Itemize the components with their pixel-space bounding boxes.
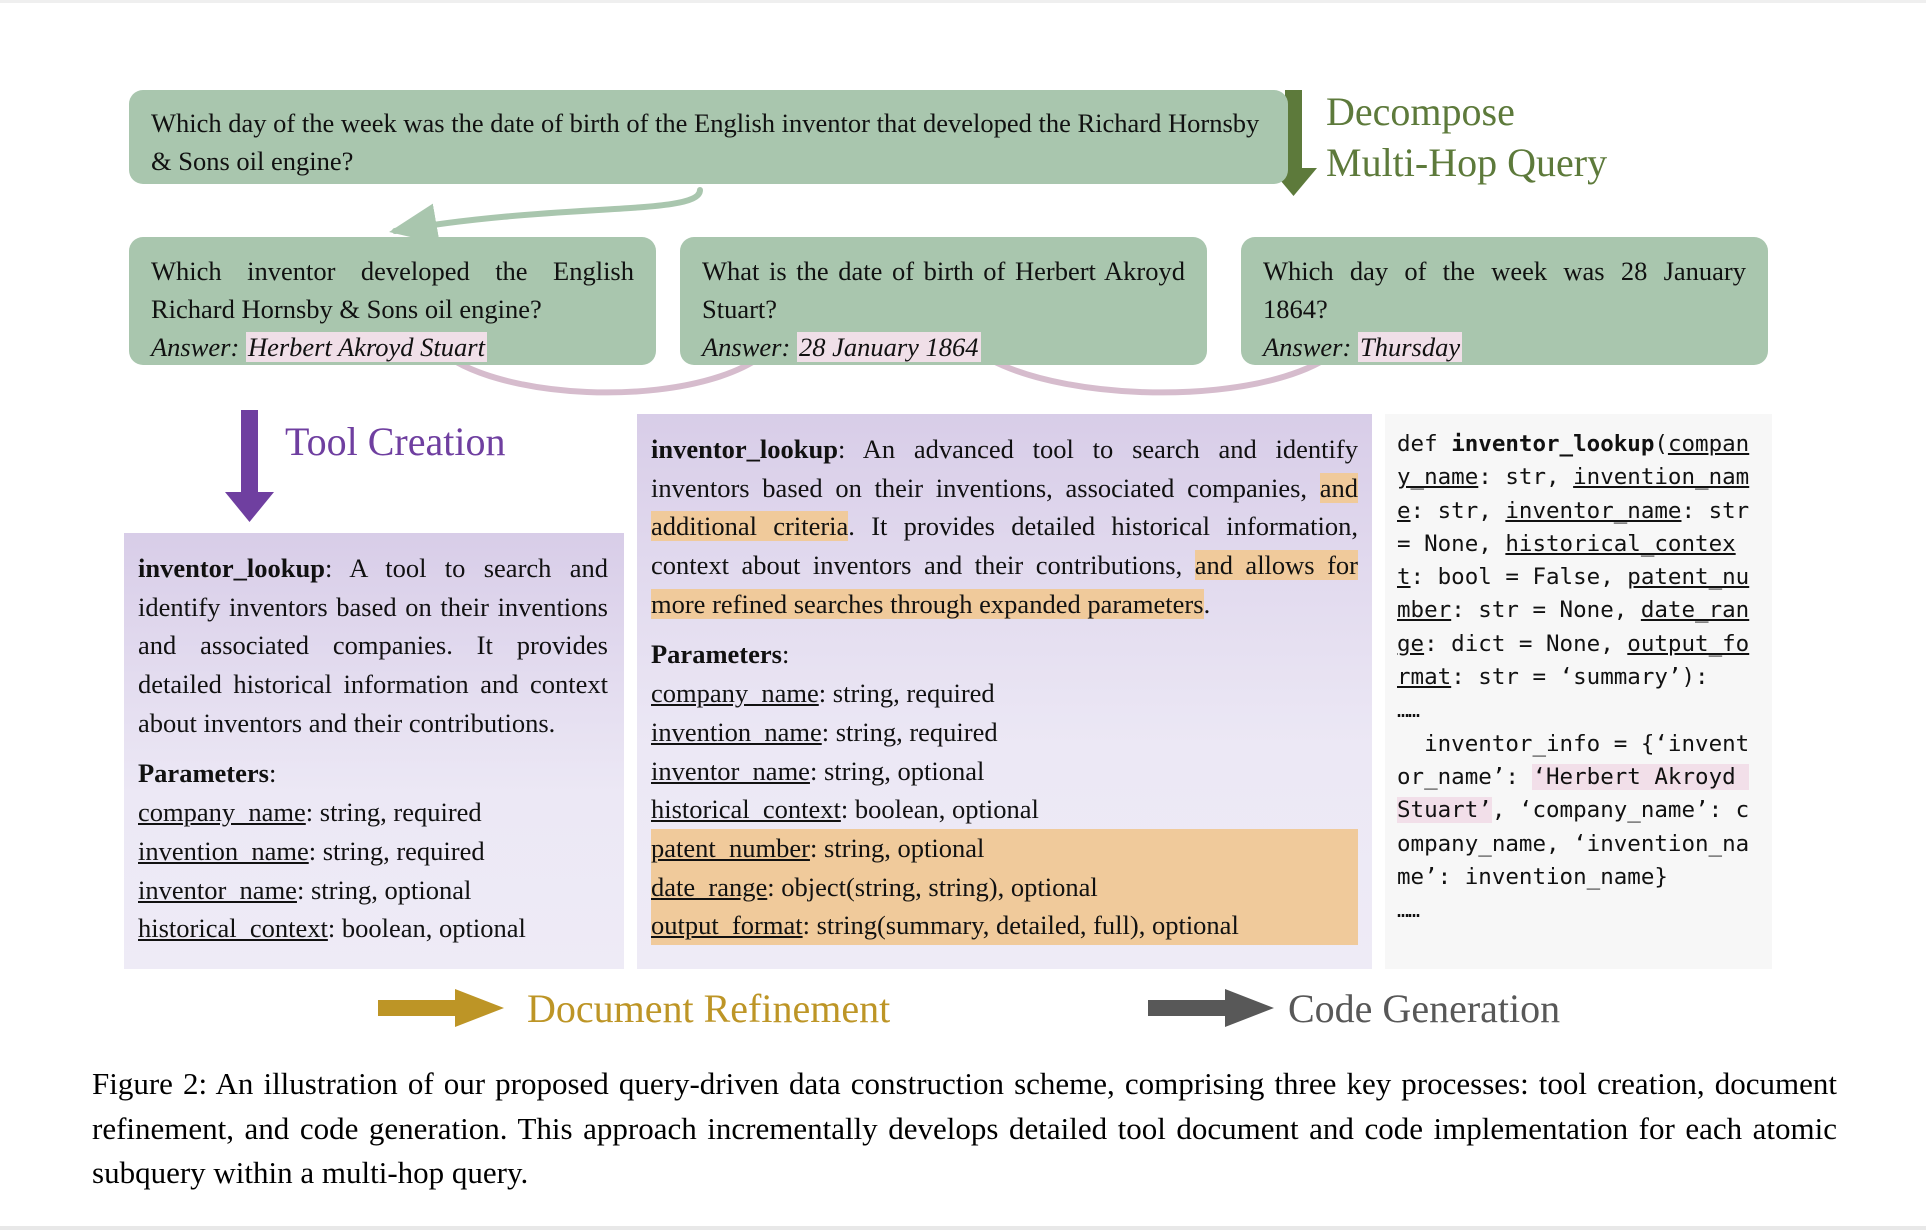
- basic-param-row-1: company_name: string, required: [138, 793, 608, 832]
- subquery-answer-line-2: Answer: 28 January 1864: [702, 329, 1185, 367]
- subquery-box-2: What is the date of birth of Herbert Akr…: [680, 237, 1207, 365]
- refined-param-key-2: invention_name: [651, 716, 822, 747]
- answer-label-3: Answer:: [1263, 332, 1352, 363]
- label-document-refinement: Document Refinement: [527, 986, 891, 1031]
- basic-param-row-3: inventor_name: string, optional: [138, 871, 608, 910]
- code-sig-param-rest-2: : str,: [1410, 497, 1506, 524]
- root-multi-hop-query-box: Which day of the week was the date of bi…: [129, 90, 1288, 184]
- basic-doc-parameters-heading: Parameters:: [138, 754, 608, 793]
- subquery-question-2: What is the date of birth of Herbert Akr…: [702, 256, 1185, 324]
- label-decompose-multi-hop-query: Decompose Multi-Hop Query: [1326, 89, 1608, 186]
- refined-param-key-1: company_name: [651, 678, 819, 709]
- basic-param-key-3: inventor_name: [138, 874, 297, 905]
- refined-doc-tool-name: inventor_lookup: [651, 434, 839, 464]
- answer-label-2: Answer:: [702, 332, 791, 363]
- basic-param-key-2: invention_name: [138, 835, 309, 866]
- refined-doc-description: inventor_lookup: An advanced tool to sea…: [651, 430, 1358, 623]
- refined-param-key-5: patent_number: [651, 832, 810, 863]
- subquery-answer-line-1: Answer: Herbert Akroyd Stuart: [151, 329, 634, 367]
- refined-param-key-4: historical_context: [651, 794, 841, 825]
- refined-doc-parameters-label: Parameters: [651, 639, 782, 670]
- basic-param-value-4: : boolean, optional: [327, 913, 526, 944]
- label-code-generation: Code Generation: [1288, 986, 1561, 1031]
- answer-label-1: Answer:: [151, 332, 240, 363]
- figure-canvas: Which day of the week was the date of bi…: [0, 0, 1926, 1230]
- refined-param-value-2: : string, required: [821, 716, 998, 747]
- generated-code-panel: def inventor_lookup(company_name: str, i…: [1385, 414, 1772, 969]
- answer-value-3: Thursday: [1357, 332, 1463, 363]
- basic-param-row-4: historical_context: boolean, optional: [138, 909, 608, 948]
- code-ellipsis-top: ……: [1397, 698, 1420, 723]
- code-sig-param-name-3: inventor_name: [1505, 497, 1682, 524]
- refined-param-value-6: : object(string, string), optional: [767, 871, 1098, 902]
- basic-doc-parameters-label: Parameters: [138, 758, 269, 789]
- code-ellipsis-bottom: ……: [1397, 898, 1420, 923]
- answer-value-1: Herbert Akroyd Stuart: [245, 332, 487, 363]
- refined-doc-desc-part-3: .: [1203, 588, 1211, 619]
- basic-param-value-2: : string, required: [308, 835, 485, 866]
- figure-caption: Figure 2: An illustration of our propose…: [92, 1066, 1837, 1191]
- basic-doc-tool-name: inventor_lookup: [138, 553, 326, 583]
- code-function-name: inventor_lookup: [1451, 431, 1655, 457]
- page-edge-top: [0, 0, 1926, 3]
- subquery-question-1: Which inventor developed the English Ric…: [151, 256, 634, 324]
- label-tool-creation: Tool Creation: [285, 419, 506, 464]
- basic-param-value-1: : string, required: [305, 797, 482, 828]
- refined-param-key-7: output_format: [651, 910, 803, 941]
- refined-param-value-1: : string, required: [818, 678, 995, 709]
- code-sig-param-rest-7: : str = ‘summary’):: [1451, 664, 1709, 691]
- basic-param-key-1: company_name: [138, 797, 306, 828]
- refined-param-value-5: : string, optional: [809, 832, 985, 863]
- refined-param-row-1: company_name: string, required: [651, 674, 1358, 713]
- basic-param-key-4: historical_context: [138, 913, 328, 944]
- basic-doc-description: inventor_lookup: A tool to search and id…: [138, 549, 608, 742]
- root-query-text: Which day of the week was the date of bi…: [151, 108, 1260, 176]
- refined-param-value-3: : string, optional: [809, 755, 985, 786]
- subquery-question-3: Which day of the week was 28 January 186…: [1263, 256, 1746, 324]
- code-sig-param-rest-4: : bool = False,: [1410, 564, 1628, 591]
- code-sig-param-rest-6: : dict = None,: [1424, 630, 1628, 657]
- refined-param-value-4: : boolean, optional: [840, 794, 1039, 825]
- code-sig-param-rest-1: : str,: [1478, 464, 1574, 491]
- refined-param-row-3: inventor_name: string, optional: [651, 752, 1358, 791]
- basic-tool-document-panel: inventor_lookup: A tool to search and id…: [124, 533, 624, 969]
- refined-param-key-3: inventor_name: [651, 755, 810, 786]
- refined-param-row-4: historical_context: boolean, optional: [651, 790, 1358, 829]
- refined-doc-parameters-colon: :: [781, 639, 790, 670]
- page-edge-bottom: [0, 1226, 1926, 1230]
- subquery-box-3: Which day of the week was 28 January 186…: [1241, 237, 1768, 365]
- refined-doc-parameters-heading: Parameters:: [651, 635, 1358, 674]
- code-open-paren: (: [1654, 431, 1668, 457]
- refined-param-row-5: patent_number: string, optional: [651, 828, 1358, 868]
- basic-doc-parameters-colon: :: [268, 758, 277, 789]
- refined-param-value-7: : string(summary, detailed, full), optio…: [802, 910, 1239, 941]
- code-sig-param-rest-5: : str = None,: [1451, 597, 1641, 624]
- subquery-box-1: Which inventor developed the English Ric…: [129, 237, 656, 365]
- basic-param-row-2: invention_name: string, required: [138, 832, 608, 871]
- refined-param-row-6: date_range: object(string, string), opti…: [651, 867, 1358, 907]
- refined-tool-document-panel: inventor_lookup: An advanced tool to sea…: [637, 414, 1372, 969]
- refined-param-key-6: date_range: [651, 871, 768, 902]
- code-def-keyword: def: [1397, 431, 1452, 457]
- refined-param-row-2: invention_name: string, required: [651, 713, 1358, 752]
- basic-param-value-3: : string, optional: [296, 874, 472, 905]
- subquery-answer-line-3: Answer: Thursday: [1263, 329, 1746, 367]
- answer-value-2: 28 January 1864: [796, 332, 981, 363]
- refined-param-row-7: output_format: string(summary, detailed,…: [651, 906, 1358, 945]
